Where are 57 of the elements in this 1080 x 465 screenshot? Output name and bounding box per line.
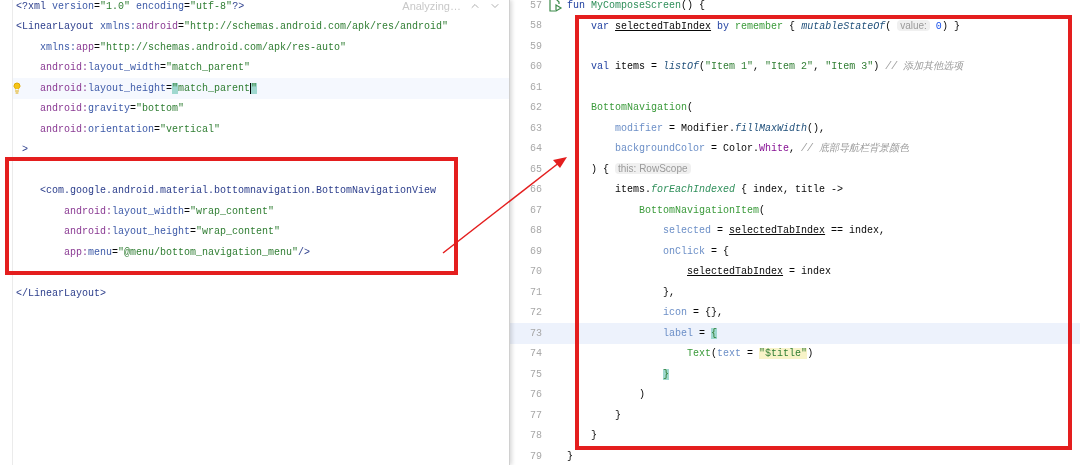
code-line: backgroundColor = Color.White, // 底部导航栏背景颜色	[614, 141, 910, 157]
code-line: android:orientation="vertical"	[39, 122, 221, 137]
code-line: BottomNavigation(	[590, 101, 694, 116]
code-line: selectedTabIndex = index	[686, 265, 832, 280]
run-gutter-icon[interactable]	[546, 0, 563, 14]
line-number: 75	[529, 367, 542, 382]
code-line: var selectedTabIndex by remember { mutableStateOf( value: 0) }	[590, 18, 960, 34]
code-line: }	[614, 408, 622, 423]
line-number: 58	[529, 19, 542, 34]
code-line: items.forEachIndexed { index, title ->	[614, 183, 844, 198]
line-number: 63	[529, 121, 542, 136]
code-line: }	[567, 449, 573, 464]
code-line: }	[590, 429, 598, 444]
code-line: fun MyComposeScreen() {	[567, 0, 706, 13]
code-line: BottomNavigationItem(	[638, 203, 766, 218]
line-number: 69	[529, 244, 542, 259]
line-number: 68	[529, 224, 542, 239]
code-line: android:layout_width="match_parent"	[39, 61, 251, 76]
code-line: onClick = {	[662, 244, 730, 259]
line-number: 64	[529, 142, 542, 157]
line-number: 71	[529, 285, 542, 300]
line-number: 74	[529, 347, 542, 362]
line-number: 76	[529, 388, 542, 403]
line-number: 60	[529, 60, 542, 75]
code-line: <LinearLayout xmlns:android="http://schemas.android.com/apk/res/android"	[16, 20, 449, 35]
line-number: 61	[529, 80, 542, 95]
code-line: )	[638, 388, 646, 403]
code-line: icon = {},	[662, 306, 724, 321]
code-line: },	[662, 285, 676, 300]
line-number: 67	[529, 203, 542, 218]
line-number: 78	[529, 429, 542, 444]
code-line: android:gravity="bottom"	[39, 102, 185, 117]
line-number: 72	[529, 306, 542, 321]
code-line: Text(text = "$title")	[686, 347, 814, 362]
code-line: android:layout_height="wrap_content"	[63, 225, 281, 240]
line-number: 70	[529, 265, 542, 280]
line-number: 62	[529, 101, 542, 116]
code-line: modifier = Modifier.fillMaxWidth(),	[614, 121, 826, 136]
lightbulb-icon[interactable]	[11, 82, 23, 95]
code-line: ) { this: RowScope	[567, 161, 691, 178]
code-line: selected = selectedTabIndex == index,	[662, 224, 886, 239]
code-line: <com.google.android.material.bottomnavigation.BottomNavigationView	[39, 184, 437, 199]
code-line: app:menu="@menu/bottom_navigation_menu"/>	[63, 245, 311, 260]
line-number: 66	[529, 183, 542, 198]
line-number: 57	[529, 0, 542, 13]
code-line: android:layout_width="wrap_content"	[63, 204, 275, 219]
line-number: 65	[529, 162, 542, 177]
line-number: 73	[529, 326, 542, 341]
code-line: >	[21, 143, 29, 158]
line-number: 59	[529, 39, 542, 54]
line-number: 77	[529, 408, 542, 423]
code-line: <?xml version="1.0" encoding="utf-8"?>	[16, 0, 245, 14]
code-line: label = {	[662, 326, 718, 341]
code-line: val items = listOf("Item 1", "Item 2", "Item 3") // 添加其他选项	[590, 59, 964, 75]
code-line: xmlns:app="http://schemas.android.com/apk/res-auto"	[39, 40, 347, 55]
line-number: 79	[529, 449, 542, 464]
code-line: </LinearLayout>	[16, 286, 106, 301]
